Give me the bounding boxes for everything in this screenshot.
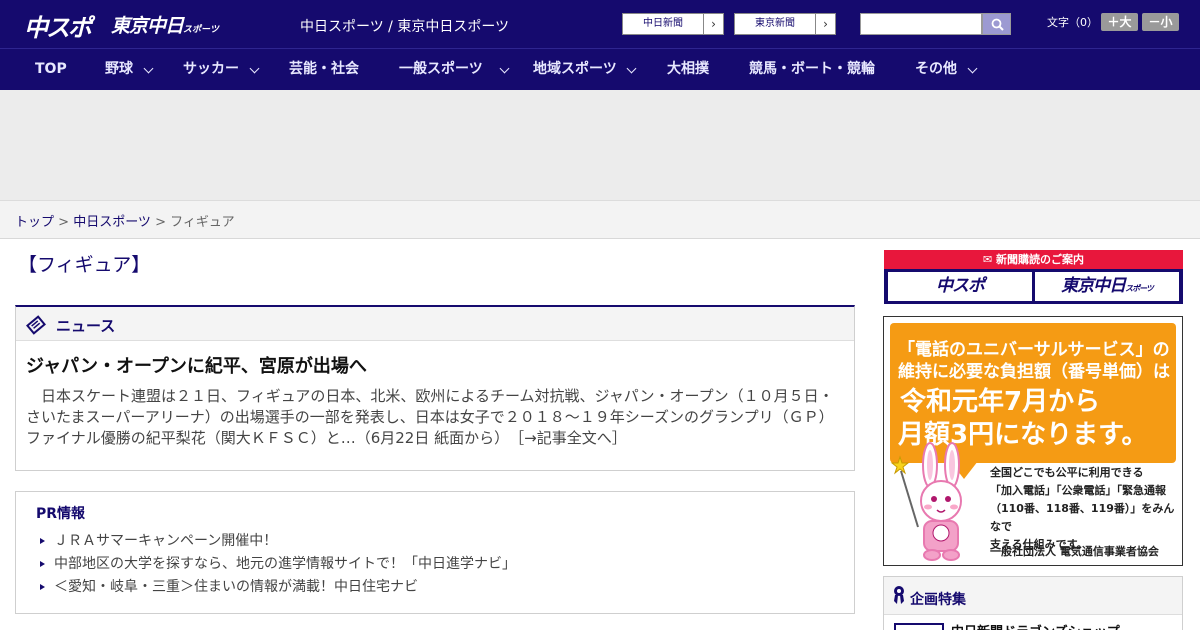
tokyo-logo-small: スポーツ	[183, 25, 219, 35]
tokyo-logo-text: 東京中日	[111, 15, 184, 37]
pr-item-label: 中部地区の大学を探すなら、地元の進学情報サイトで！「中日進学ナビ」	[54, 556, 516, 572]
chevron-right-icon: ›	[815, 14, 835, 34]
feature-section: 企画特集 中日新聞ドラゴンズショップ	[883, 576, 1183, 630]
bunny-mascot-icon	[890, 442, 962, 561]
banner-text-line: （110番、118番、119番）」をみんなで	[990, 502, 1175, 533]
news-header: ニュース	[16, 307, 854, 341]
subscribe-tokyo-label: 東京中日	[1061, 276, 1126, 296]
chevron-down-icon	[626, 63, 637, 74]
nav-item-regional-sports[interactable]: 地域スポーツ	[533, 49, 637, 90]
tokyo-chunichi-logo[interactable]: 東京中日スポーツ	[111, 11, 219, 38]
search-icon	[991, 18, 1004, 31]
nav-item-top[interactable]: TOP	[35, 49, 67, 90]
bullet-triangle-icon	[40, 584, 45, 590]
breadcrumb: トップ > 中日スポーツ > フィギュア	[0, 201, 1200, 239]
chevron-down-icon	[967, 63, 978, 74]
chevron-down-icon	[143, 63, 154, 74]
nav-item-sumo[interactable]: 大相撲	[667, 49, 709, 90]
nav-item-general-sports[interactable]: 一般スポーツ	[399, 49, 513, 90]
pr-item-label: ＜愛知・岐阜・三重＞住まいの情報が満載！中日住宅ナビ	[54, 579, 418, 595]
chevron-right-icon: ›	[703, 14, 723, 34]
chevron-down-icon	[249, 63, 260, 74]
font-smaller-button[interactable]: －小	[1142, 13, 1179, 31]
nav-item-other[interactable]: その他	[915, 49, 978, 90]
banner-organization: 一般社団法人 電気通信事業者協会	[990, 545, 1159, 558]
pr-title: PR情報	[36, 506, 86, 522]
feature-item-label: 中日新聞ドラゴンズショップ	[951, 621, 1120, 630]
read-more-link[interactable]: ［→記事全文へ］	[517, 429, 627, 447]
news-section: ニュース ジャパン・オープンに紀平、宮原が出場へ 日本スケート連盟は２１日、フィ…	[15, 305, 855, 471]
breadcrumb-current: フィギュア	[170, 215, 235, 230]
nav-label: その他	[915, 61, 957, 77]
nav-label: 芸能・社会	[289, 61, 359, 77]
subscribe-chuspo-button[interactable]: 中スポ	[888, 272, 1032, 301]
pr-item-label: ＪＲＡサマーキャンペーン開催中！	[54, 533, 278, 549]
tokyo-shimbun-label: 東京新聞	[755, 18, 795, 29]
newspaper-icon	[26, 315, 46, 335]
ribbon-icon	[894, 586, 904, 604]
subscription-heading[interactable]: ✉ 新聞購読のご案内	[884, 250, 1183, 269]
nav-label: 競馬・ボート・競輪	[749, 61, 875, 77]
main-nav: TOP 野球 サッカー 芸能・社会 一般スポーツ 地域スポーツ 大相撲 競馬・ボ…	[0, 48, 1200, 90]
nav-label: 一般スポーツ	[399, 61, 483, 77]
font-larger-button[interactable]: ＋大	[1101, 13, 1138, 31]
news-label: ニュース	[56, 317, 116, 335]
breadcrumb-section[interactable]: 中日スポーツ	[73, 215, 151, 230]
feature-title: 企画特集	[910, 592, 966, 608]
pr-item[interactable]: 中部地区の大学を探すなら、地元の進学情報サイトで！「中日進学ナビ」	[40, 554, 516, 577]
ad-placeholder	[0, 90, 1200, 201]
nav-label: 大相撲	[667, 61, 709, 77]
bullet-triangle-icon	[40, 538, 45, 544]
font-size-label: 文字（0）	[1047, 16, 1098, 29]
breadcrumb-home[interactable]: トップ	[15, 215, 54, 230]
breadcrumb-separator: >	[150, 215, 171, 230]
pr-section: PR情報 ＪＲＡサマーキャンペーン開催中！ 中部地区の大学を探すなら、地元の進学…	[15, 491, 855, 614]
site-links[interactable]: 中日スポーツ / 東京中日スポーツ	[300, 16, 509, 36]
subscribe-tokyo-small: スポーツ	[1125, 284, 1154, 293]
nav-item-racing[interactable]: 競馬・ボート・競輪	[749, 49, 875, 90]
banner-text-line: 「加入電話」「公衆電話」「緊急通報	[990, 484, 1166, 497]
tokyo-shimbun-link[interactable]: 東京新聞 ›	[734, 13, 836, 35]
chunichi-shimbun-label: 中日新聞	[643, 18, 683, 29]
search-button[interactable]	[982, 13, 1011, 35]
nav-item-baseball[interactable]: 野球	[105, 49, 157, 90]
banner-description: 全国どこでも公平に利用できる 「加入電話」「公衆電話」「緊急通報 （110番、1…	[990, 464, 1182, 554]
banner-line3: 令和元年7月から	[900, 387, 1101, 417]
banner-line2: 維持に必要な負担額（番号単価）は	[898, 362, 1170, 382]
nav-label: サッカー	[183, 61, 239, 77]
feature-item-row[interactable]: 中日新聞ドラゴンズショップ	[884, 614, 1182, 630]
search-input[interactable]	[860, 13, 982, 35]
nav-label: 地域スポーツ	[533, 61, 617, 77]
feature-thumbnail	[894, 623, 944, 630]
pr-item[interactable]: ＜愛知・岐阜・三重＞住まいの情報が満載！中日住宅ナビ	[40, 577, 516, 600]
breadcrumb-separator: >	[54, 215, 74, 230]
chunichi-shimbun-link[interactable]: 中日新聞 ›	[622, 13, 724, 35]
subscribe-tokyo-button[interactable]: 東京中日スポーツ	[1035, 272, 1179, 301]
subscription-box: ✉ 新聞購読のご案内 中スポ 東京中日スポーツ	[884, 250, 1183, 304]
top-header: 中スポ 東京中日スポーツ 中日スポーツ / 東京中日スポーツ 中日新聞 › 東京…	[0, 0, 1200, 48]
page-title: 【フィギュア】	[18, 254, 151, 276]
article-body: 日本スケート連盟は２１日、フィギュアの日本、北米、欧州によるチーム対抗戦、ジャパ…	[26, 386, 846, 449]
chuspo-logo[interactable]: 中スポ	[24, 8, 92, 43]
chevron-down-icon	[499, 63, 510, 74]
article-text: 日本スケート連盟は２１日、フィギュアの日本、北米、欧州によるチーム対抗戦、ジャパ…	[26, 387, 834, 447]
bullet-triangle-icon	[40, 561, 45, 567]
article-title[interactable]: ジャパン・オープンに紀平、宮原が出場へ	[26, 352, 367, 378]
nav-label: 野球	[105, 61, 133, 77]
banner-text-line: 全国どこでも公平に利用できる	[990, 466, 1144, 479]
nav-item-soccer[interactable]: サッカー	[183, 49, 263, 90]
pr-item[interactable]: ＪＲＡサマーキャンペーン開催中！	[40, 531, 516, 554]
subscription-heading-label: 新聞購読のご案内	[996, 253, 1085, 266]
nav-item-entertainment[interactable]: 芸能・社会	[289, 49, 359, 90]
nav-label: TOP	[35, 61, 67, 77]
universal-service-banner[interactable]: 「電話のユニバーサルサービス」の 維持に必要な負担額（番号単価）は 令和元年7月…	[883, 316, 1183, 566]
pr-list: ＪＲＡサマーキャンペーン開催中！ 中部地区の大学を探すなら、地元の進学情報サイト…	[40, 531, 516, 600]
